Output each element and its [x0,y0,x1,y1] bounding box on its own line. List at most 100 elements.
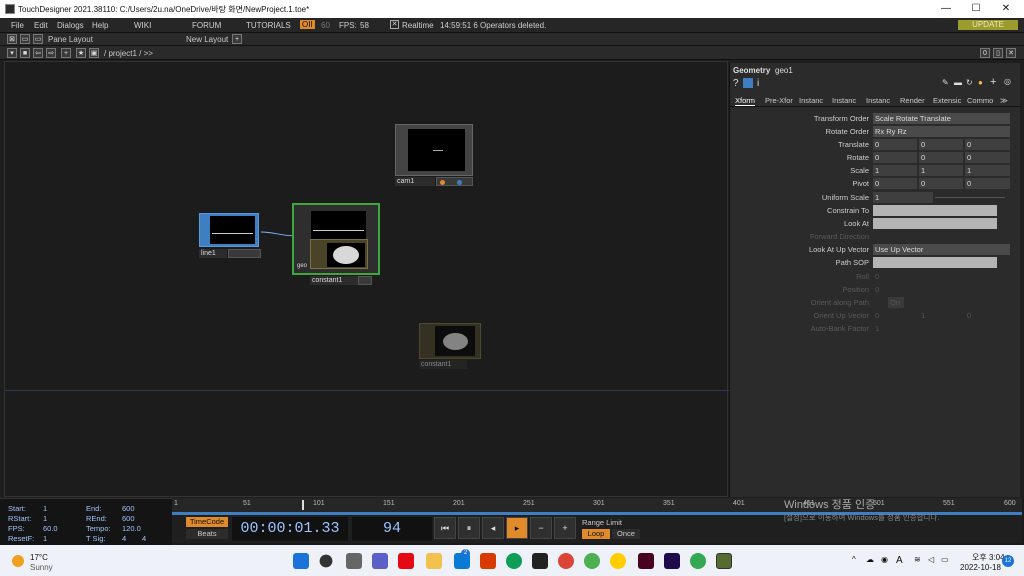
tsig-a-value[interactable]: 4 [122,534,126,543]
scale-y[interactable]: 1 [919,165,963,176]
forward-icon[interactable]: ⇨ [46,48,56,58]
menu-edit[interactable]: Edit [34,21,48,30]
edge-icon[interactable] [506,553,522,569]
netflix-icon[interactable] [398,553,414,569]
scale-x[interactable]: 1 [873,165,917,176]
orient-up-z[interactable]: 0 [965,310,1010,321]
pane-view-icon[interactable]: ▯ [993,48,1003,58]
pivot-y[interactable]: 0 [919,178,963,189]
geo1-label[interactable]: geo [295,262,309,271]
maximize-button[interactable]: ☐ [966,2,986,16]
transform-order-menu[interactable]: Scale Rotate Translate [873,113,1010,124]
new-layout-label[interactable]: New Layout [186,35,228,44]
update-button[interactable]: UPDATE [958,20,1018,30]
office-icon[interactable] [480,553,496,569]
playhead[interactable] [302,500,304,510]
beats-toggle[interactable]: Beats [186,529,228,539]
python-icon[interactable] [743,78,753,88]
scale-z[interactable]: 1 [965,165,1010,176]
tempo-value[interactable]: 120.0 [122,524,141,533]
settings-icon[interactable]: ◎ [1004,77,1011,86]
op-name[interactable]: geo1 [775,66,793,75]
translate-x[interactable]: 0 [873,139,917,150]
constant-ghost-label[interactable]: constant1 [419,360,467,369]
auto-bank-field[interactable]: 1 [873,323,903,334]
notion-icon[interactable] [532,553,548,569]
cam1-flags[interactable] [436,177,473,186]
rotate-x[interactable]: 0 [873,152,917,163]
search-icon[interactable] [319,554,333,568]
bookmark-icon[interactable]: ★ [76,48,86,58]
tab-instance-1[interactable]: Instanc [799,96,823,105]
pane-split-icon[interactable]: ⊠ [7,34,17,44]
expression-icon[interactable]: ● [978,78,983,87]
orient-along-path-toggle[interactable]: On [888,297,904,308]
path-sop-field[interactable] [873,257,997,268]
after-effects-icon[interactable] [664,553,680,569]
minus-icon[interactable]: − [530,517,552,539]
menu-file[interactable]: File [11,21,24,30]
clock-time[interactable]: 오후 3:04 [972,552,1005,563]
uniform-scale-field[interactable]: 1 [873,192,933,203]
wifi-icon[interactable]: ≋ [914,555,921,564]
tab-instance-3[interactable]: Instanc [866,96,890,105]
pivot-x[interactable]: 0 [873,178,917,189]
timeline-ruler[interactable]: 1 51 101 151 201 251 301 351 401 451 501… [172,498,1022,512]
rewind-icon[interactable]: ⏮ [434,517,456,539]
roll-field[interactable]: 0 [873,271,903,282]
add-layout-button[interactable]: + [232,34,242,44]
weather-icon[interactable] [12,555,24,567]
notification-badge[interactable]: 12 [1002,555,1014,567]
rstart-value[interactable]: 1 [43,514,47,523]
line1-label[interactable]: line1 [199,249,227,258]
touchdesigner-icon[interactable] [716,553,732,569]
constant1-nested[interactable] [310,239,368,269]
onedrive-icon[interactable]: ☁ [866,555,874,564]
tab-common[interactable]: Commo [967,96,993,105]
orient-up-y[interactable]: 1 [919,310,963,321]
reset-icon[interactable]: ↻ [966,78,973,87]
network-path[interactable]: / project1 / >> [104,49,153,58]
cam1-label[interactable]: cam1 [395,177,435,186]
resetf-value[interactable]: 1 [43,534,47,543]
once-toggle[interactable]: Once [612,529,640,539]
tab-xform[interactable]: Xform [735,96,756,106]
oii-indicator[interactable]: OII [300,20,315,29]
frame-display[interactable]: 94 [352,517,432,541]
look-at-field[interactable] [873,218,997,229]
tab-more[interactable]: ≫ [1000,96,1008,105]
edit-icon[interactable]: ✎ [942,78,949,87]
chrome-profile-icon[interactable] [584,553,600,569]
tray-app-icon[interactable]: ◉ [881,555,888,564]
indesign-icon[interactable] [638,553,654,569]
pivot-z[interactable]: 0 [965,178,1010,189]
home-icon[interactable]: ■ [20,48,30,58]
timecode-toggle[interactable]: TimeCode [186,517,228,527]
step-back-icon[interactable]: ◂ [482,517,504,539]
start-value[interactable]: 1 [43,504,47,513]
tsig-b-value[interactable]: 4 [142,534,146,543]
plus-icon[interactable]: + [554,517,576,539]
line1-flags[interactable] [228,249,261,258]
pane-close-icon[interactable]: ✕ [1006,48,1016,58]
tray-chevron-icon[interactable]: ^ [852,555,856,564]
end-value[interactable]: 600 [122,504,135,513]
camera-icon[interactable]: ▣ [89,48,99,58]
node-line1[interactable]: line1 [199,213,265,259]
chat-icon[interactable] [372,553,388,569]
menu-help[interactable]: Help [92,21,108,30]
translate-y[interactable]: 0 [919,139,963,150]
file-explorer-icon[interactable] [426,553,442,569]
orient-up-x[interactable]: 0 [873,310,917,321]
translate-z[interactable]: 0 [965,139,1010,150]
constant1-flags[interactable] [358,276,372,285]
add-parameter-icon[interactable]: + [990,76,996,88]
back-icon[interactable]: ⇦ [33,48,43,58]
tab-instance-2[interactable]: Instanc [832,96,856,105]
info-icon[interactable]: i [757,78,759,89]
pause-icon[interactable]: ⏸ [458,517,480,539]
timecode-display[interactable]: 00:00:01.33 [232,517,348,541]
node-constant-bypassed[interactable]: constant1 [419,323,485,369]
minimize-button[interactable]: — [936,2,956,16]
rotate-order-menu[interactable]: Rx Ry Rz [873,126,1010,137]
